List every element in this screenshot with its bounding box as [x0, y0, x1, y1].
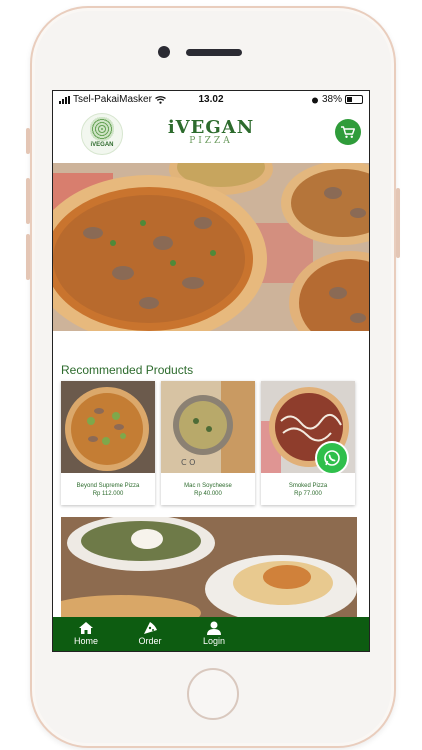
pizza-photo [53, 163, 369, 331]
product-image [261, 381, 355, 473]
nav-order-label: Order [138, 636, 162, 646]
nav-home-label: Home [73, 636, 98, 646]
product-name: Smoked Pizza [288, 483, 328, 489]
product-card[interactable]: Smoked Pizza Rp 77.000 [261, 381, 355, 505]
home-icon [79, 622, 93, 634]
pizza-slice-icon [144, 622, 157, 634]
whatsapp-icon [324, 450, 340, 466]
whatsapp-button[interactable] [315, 441, 349, 473]
alarm-icon [311, 97, 318, 103]
recommended-title: Recommended Products [61, 363, 194, 377]
user-icon [207, 621, 221, 635]
front-camera [158, 46, 170, 58]
product-price: Rp 112.000 [92, 491, 124, 497]
nav-login[interactable]: Login [183, 617, 245, 651]
cart-icon [341, 126, 355, 138]
volume-down-button [26, 234, 30, 280]
nav-home[interactable]: Home [55, 617, 117, 651]
battery-percent: 38% [321, 94, 342, 105]
cart-button[interactable] [335, 119, 361, 145]
product-list: Beyond Supreme Pizza Rp 112.000 C O Mac … [61, 381, 357, 505]
product-name: Beyond Supreme Pizza [76, 483, 140, 489]
product-card[interactable]: Beyond Supreme Pizza Rp 112.000 [61, 381, 155, 505]
hero-banner-image[interactable] [53, 163, 369, 331]
promo-banner-image[interactable] [61, 517, 357, 617]
product-name: Mac n Soycheese [184, 483, 232, 489]
mute-switch [26, 128, 30, 154]
svg-text:C O: C O [181, 458, 195, 467]
product-price: Rp 77.000 [294, 491, 322, 497]
product-price: Rp 40.000 [194, 491, 222, 497]
home-button[interactable] [187, 668, 239, 720]
power-button [396, 188, 400, 258]
battery-icon [345, 95, 363, 104]
status-bar: Tsel-PakaiMasker 13.02 38% [53, 91, 369, 109]
nav-login-label: Login [202, 636, 226, 646]
product-image [61, 381, 155, 473]
app-screen: Tsel-PakaiMasker 13.02 38% iVEGAN iVEGAN… [52, 90, 370, 652]
brand-subtitle: PIZZA [189, 136, 233, 146]
volume-up-button [26, 178, 30, 224]
brand-logo: iVEGAN PIZZA [53, 117, 369, 146]
bottom-nav: Home Order Login [53, 617, 369, 651]
product-card[interactable]: C O Mac n Soycheese Rp 40.000 [161, 381, 255, 505]
brand-name: iVEGAN [167, 117, 255, 138]
app-header: iVEGAN iVEGAN PIZZA [53, 109, 369, 161]
product-image: C O [161, 381, 255, 473]
earpiece-speaker [186, 49, 242, 56]
nav-order[interactable]: Order [119, 617, 181, 651]
